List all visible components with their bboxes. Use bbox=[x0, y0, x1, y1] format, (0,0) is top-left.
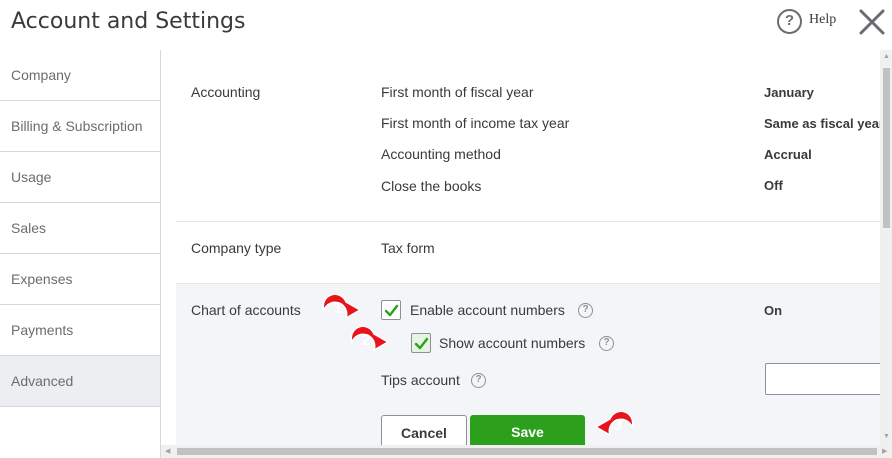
vertical-scroll-thumb[interactable] bbox=[883, 68, 890, 228]
income-tax-year-value: Same as fiscal year bbox=[764, 116, 880, 131]
fiscal-year-label: First month of fiscal year bbox=[381, 84, 534, 100]
annotation-marker-3: 3 bbox=[594, 410, 636, 442]
info-icon[interactable]: ? bbox=[578, 303, 593, 318]
scroll-left-arrow[interactable]: ◀ bbox=[165, 447, 170, 455]
help-icon[interactable]: ? bbox=[777, 9, 802, 34]
horizontal-scrollbar[interactable]: ◀ ▶ bbox=[161, 445, 892, 458]
help-link[interactable]: Help bbox=[809, 12, 836, 28]
enable-account-numbers-checkbox[interactable] bbox=[381, 300, 401, 320]
income-tax-year-label: First month of income tax year bbox=[381, 115, 570, 131]
sidebar-item-sales[interactable]: Sales bbox=[0, 203, 160, 254]
company-type-section[interactable]: Company type Tax form bbox=[176, 222, 880, 284]
sidebar-item-company[interactable]: Company bbox=[0, 50, 160, 101]
settings-content: Accounting First month of fiscal year Ja… bbox=[176, 50, 880, 445]
info-icon[interactable]: ? bbox=[599, 336, 614, 351]
show-account-numbers-checkbox[interactable] bbox=[411, 333, 431, 353]
settings-sidebar: Company Billing & Subscription Usage Sal… bbox=[0, 50, 161, 458]
close-books-label: Close the books bbox=[381, 178, 482, 194]
sidebar-item-usage[interactable]: Usage bbox=[0, 152, 160, 203]
save-button[interactable]: Save bbox=[470, 415, 585, 445]
tips-account-input[interactable] bbox=[765, 363, 880, 395]
company-type-label: Company type bbox=[191, 240, 282, 256]
enable-account-numbers-label: Enable account numbers bbox=[410, 302, 565, 318]
chart-of-accounts-section: Chart of accounts Enable account numbers… bbox=[176, 284, 880, 445]
annotation-number: 2 bbox=[361, 332, 371, 349]
scroll-right-arrow[interactable]: ▶ bbox=[882, 447, 887, 455]
sidebar-item-advanced[interactable]: Advanced bbox=[0, 356, 160, 407]
cancel-button[interactable]: Cancel bbox=[381, 415, 467, 445]
fiscal-year-value: January bbox=[764, 85, 814, 100]
tax-form-label: Tax form bbox=[381, 240, 435, 256]
annotation-marker-1: 1 bbox=[320, 293, 362, 325]
sidebar-item-expenses[interactable]: Expenses bbox=[0, 254, 160, 305]
scroll-down-arrow[interactable]: ▼ bbox=[883, 433, 890, 440]
close-books-value: Off bbox=[764, 178, 783, 193]
annotation-marker-2: 2 bbox=[348, 325, 390, 357]
accounting-section[interactable]: Accounting First month of fiscal year Ja… bbox=[176, 50, 880, 221]
account-numbers-status: On bbox=[764, 303, 783, 318]
show-account-numbers-label: Show account numbers bbox=[439, 335, 586, 351]
sidebar-item-payments[interactable]: Payments bbox=[0, 305, 160, 356]
sidebar-item-billing[interactable]: Billing & Subscription bbox=[0, 101, 160, 152]
annotation-number: 3 bbox=[613, 417, 623, 434]
info-icon[interactable]: ? bbox=[471, 373, 486, 388]
horizontal-scroll-thumb[interactable] bbox=[177, 448, 877, 455]
accounting-section-label: Accounting bbox=[191, 84, 261, 100]
page-title: Account and Settings bbox=[11, 9, 246, 34]
settings-header: Account and Settings ? Help bbox=[0, 0, 892, 50]
annotation-number: 1 bbox=[333, 300, 343, 317]
chart-of-accounts-label: Chart of accounts bbox=[191, 302, 301, 318]
accounting-method-label: Accounting method bbox=[381, 146, 501, 162]
vertical-scrollbar[interactable]: ▲ ▼ bbox=[880, 50, 892, 445]
help-icon-glyph: ? bbox=[784, 12, 795, 29]
accounting-method-value: Accrual bbox=[764, 147, 812, 162]
close-icon[interactable] bbox=[858, 8, 886, 36]
scroll-up-arrow[interactable]: ▲ bbox=[883, 53, 890, 60]
tips-account-label: Tips account bbox=[381, 372, 460, 388]
